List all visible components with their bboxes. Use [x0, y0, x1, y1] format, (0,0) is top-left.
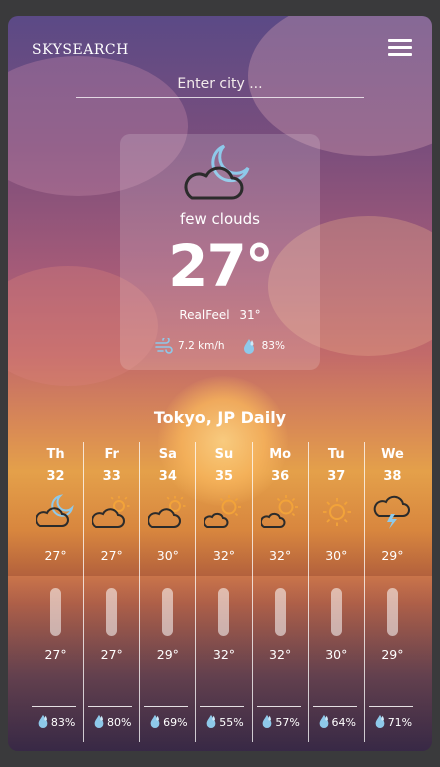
- day-max-temp: 30°: [325, 548, 348, 563]
- brand-logo[interactable]: SKYSEARCH: [32, 42, 129, 58]
- sun-icon: [317, 494, 357, 530]
- day-humidity: 57%: [253, 714, 308, 731]
- day-min-temp: 32°: [269, 647, 292, 662]
- temperature-range-bar: [274, 588, 286, 636]
- daily-forecast-title: Tokyo, JP Daily: [153, 408, 287, 427]
- divider: [368, 706, 413, 707]
- humidity-value: 83%: [261, 340, 285, 352]
- humidity-drop-icon: [148, 714, 163, 731]
- forecast-day-sa[interactable]: Sa 34 30° 29° 69%: [140, 442, 197, 742]
- day-date: 37: [327, 469, 346, 484]
- day-min-temp: 29°: [156, 647, 179, 662]
- realfeel: RealFeel 31°: [120, 308, 320, 322]
- day-date: 33: [102, 469, 121, 484]
- humidity-drop-icon: [373, 714, 388, 731]
- day-humidity: 80%: [84, 714, 139, 731]
- humidity-drop-icon: [243, 339, 254, 354]
- day-name: Th: [46, 447, 65, 462]
- temperature-range-bar: [218, 588, 230, 636]
- day-date: 36: [271, 469, 290, 484]
- divider: [144, 706, 189, 707]
- forecast-day-tu[interactable]: Tu 37 30° 30° 64%: [309, 442, 365, 742]
- day-min-temp: 29°: [381, 647, 404, 662]
- day-name: Mo: [269, 447, 292, 462]
- forecast-day-th[interactable]: Th 32 27° 27° 83%: [28, 442, 85, 742]
- day-name: Fr: [104, 447, 119, 462]
- temperature-range-bar: [330, 588, 342, 636]
- day-min-temp: 30°: [325, 647, 348, 662]
- temperature-range-bar: [386, 588, 398, 636]
- day-max-temp: 32°: [269, 548, 292, 563]
- humidity-value: 57%: [275, 716, 300, 729]
- day-max-temp: 30°: [156, 548, 179, 563]
- current-temperature: 27°: [168, 232, 274, 300]
- day-date: 35: [214, 469, 234, 484]
- daily-forecast-list: Th 32 27° 27° 83% Fr 33 27° 27° 80% Sa 34 30° 29° 69% S…: [28, 442, 420, 742]
- forecast-day-we[interactable]: We 38 29° 29° 71%: [365, 442, 420, 742]
- day-name: We: [381, 447, 404, 462]
- humidity-drop-icon: [204, 714, 219, 731]
- forecast-day-su[interactable]: Su 35 32° 32° 55%: [196, 442, 253, 742]
- divider: [88, 706, 133, 707]
- divider: [256, 706, 301, 707]
- day-date: 38: [383, 469, 402, 484]
- cloud-sun-icon: [91, 494, 132, 530]
- day-date: 34: [158, 469, 177, 484]
- day-humidity: 83%: [28, 714, 83, 731]
- divider: [200, 706, 245, 707]
- humidity-value: 69%: [163, 716, 188, 729]
- humidity-drop-icon: [260, 714, 275, 731]
- divider: [32, 706, 76, 707]
- humidity-value: 80%: [106, 716, 132, 729]
- sun-small-cloud-icon: [259, 494, 301, 530]
- day-humidity: 64%: [309, 714, 364, 731]
- day-max-temp: 32°: [212, 548, 236, 563]
- humidity-value: 55%: [219, 716, 244, 729]
- day-humidity: 55%: [196, 714, 251, 731]
- forecast-day-mo[interactable]: Mo 36 32° 32° 57%: [253, 442, 309, 742]
- night-cloud-moon-icon: [184, 144, 250, 200]
- divider: [312, 706, 357, 707]
- day-name: Su: [214, 447, 234, 462]
- humidity-value: 83%: [50, 716, 76, 729]
- temperature-range-bar: [50, 588, 61, 636]
- realfeel-label: RealFeel: [179, 308, 230, 322]
- city-search-input[interactable]: [76, 70, 364, 98]
- day-min-temp: 27°: [100, 647, 123, 662]
- day-max-temp: 27°: [44, 548, 67, 563]
- humidity-drop-icon: [36, 714, 51, 731]
- temperature-range-bar: [106, 588, 118, 636]
- wind-icon: [155, 338, 173, 354]
- cloud-moon-icon: [35, 494, 76, 530]
- hamburger-menu-icon[interactable]: [388, 39, 412, 59]
- current-weather-card: few clouds 27° RealFeel 31° 7.2 km/h 83%: [120, 134, 320, 370]
- sun-small-cloud-icon: [203, 494, 244, 530]
- forecast-day-fr[interactable]: Fr 33 27° 27° 80%: [84, 442, 141, 742]
- humidity-drop-icon: [92, 714, 107, 731]
- wind-speed: 7.2 km/h: [178, 340, 225, 352]
- humidity-drop-icon: [317, 714, 332, 731]
- day-min-temp: 32°: [212, 647, 236, 662]
- day-humidity: 71%: [365, 714, 420, 731]
- humidity-value: 71%: [387, 716, 413, 729]
- temperature-range-bar: [162, 588, 174, 636]
- app-frame: SKYSEARCH few clouds 27° RealFeel 31° 7.…: [8, 16, 432, 751]
- day-name: Sa: [158, 447, 177, 462]
- humidity-value: 64%: [331, 716, 356, 729]
- cloud-sun-icon: [147, 494, 188, 530]
- day-date: 32: [46, 469, 65, 484]
- day-min-temp: 27°: [44, 647, 67, 662]
- realfeel-value: 31°: [239, 308, 261, 322]
- day-humidity: 69%: [140, 714, 195, 731]
- day-max-temp: 29°: [381, 548, 404, 563]
- day-name: Tu: [327, 447, 345, 462]
- day-max-temp: 27°: [100, 548, 123, 563]
- current-metrics: 7.2 km/h 83%: [120, 338, 320, 354]
- weather-description: few clouds: [180, 210, 260, 228]
- storm-cloud-icon: [373, 494, 413, 530]
